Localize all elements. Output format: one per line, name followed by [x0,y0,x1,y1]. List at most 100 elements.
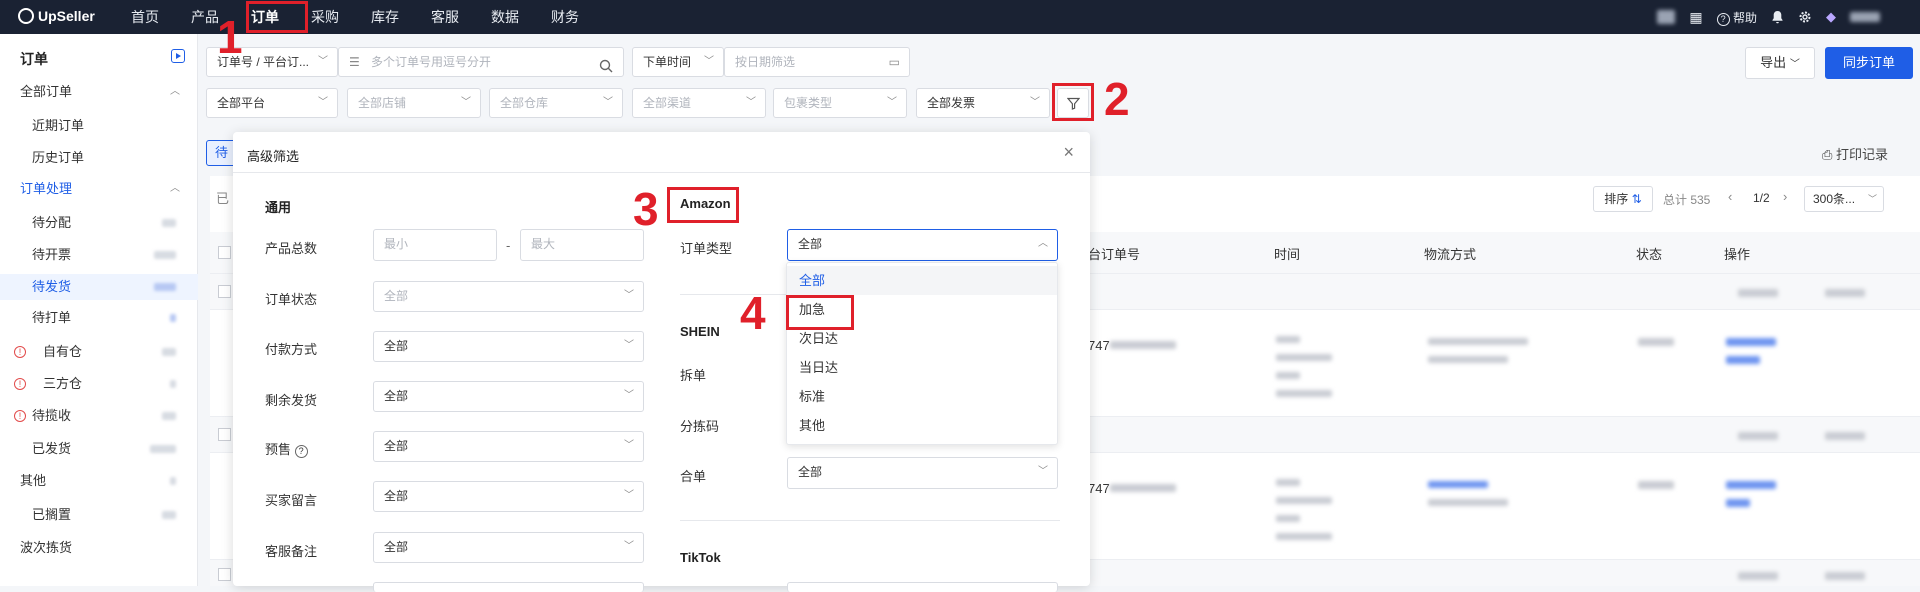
blurred-time [1276,354,1332,361]
invoice-select[interactable]: 全部发票 ﹀ [916,88,1050,118]
nav-item-data[interactable]: 数据 [475,0,535,34]
dropdown-option-same-day[interactable]: 当日达 [787,353,1057,382]
dropdown-option-all[interactable]: 全部 [787,266,1057,295]
upseller-logo[interactable]: UpSeller [18,8,95,24]
package-type-select[interactable]: 包裹类型 ﹀ [773,88,907,118]
sidebar-item-label: 近期订单 [32,118,85,133]
gear-icon[interactable] [1798,10,1812,25]
nav-item-inventory[interactable]: 库存 [355,0,415,34]
row-checkbox[interactable] [218,285,231,298]
presale-select[interactable]: 全部 ﹀ [373,431,644,462]
order-status-select[interactable]: 全部 ﹀ [373,281,644,312]
bell-icon[interactable] [1771,10,1784,25]
dropdown-option-standard[interactable]: 标准 [787,382,1057,411]
row-checkbox[interactable] [218,568,231,581]
blurred-action-link[interactable] [1726,338,1776,346]
channel-select[interactable]: 全部渠道 ﹀ [632,88,766,118]
sidebar-item-label: 波次拣货 [20,540,73,555]
help-circle-icon[interactable]: ? [294,445,308,458]
next-select-partial[interactable] [787,582,1058,592]
blurred-action [1738,432,1778,440]
chevron-down-icon: ﹀ [704,56,714,67]
chevron-down-icon: ﹀ [603,97,613,108]
sidebar-item-label: 自有仓 [43,344,83,359]
close-icon[interactable]: × [1063,142,1074,163]
tab-to-ship[interactable]: 待 [206,140,236,166]
section-divider [680,520,1060,521]
sidebar-item-to-print[interactable]: 待打单 [0,305,198,331]
apps-grid-icon[interactable]: ▦ [1689,9,1702,26]
blurred-count [162,348,176,356]
sidebar-item-third-party-warehouse[interactable]: ! 三方仓 [0,371,198,397]
range-separator: - [506,238,511,253]
row-checkbox[interactable] [218,428,231,441]
amazon-order-type-select[interactable]: 全部 ︿ [787,229,1058,261]
sidebar-item-label: 待分配 [32,215,72,230]
platform-select[interactable]: 全部平台 ﹀ [206,88,338,118]
sidebar-item-shipped[interactable]: 已发货 [0,436,198,462]
panel-title: 高级筛选 [247,149,300,164]
select-all-checkbox[interactable] [218,246,231,259]
section-divider [680,294,790,295]
export-button[interactable]: 导出 ﹀ [1745,47,1815,79]
store-select[interactable]: 全部店铺 ﹀ [347,88,481,118]
nav-item-finance[interactable]: 财务 [535,0,595,34]
next-page-icon[interactable]: › [1783,189,1787,204]
sidebar-item-other[interactable]: 其他 [0,468,198,494]
sidebar-item-to-collect[interactable]: ! 待揽收 [0,403,198,429]
cs-note-select[interactable]: 全部 ﹀ [373,532,644,563]
buyer-message-select[interactable]: 全部 ﹀ [373,481,644,512]
sidebar-item-to-assign[interactable]: 待分配 [0,210,198,236]
search-icon[interactable] [599,55,613,83]
blurred-action-link[interactable] [1726,499,1750,507]
time-type-select[interactable]: 下单时间 ﹀ [632,47,724,77]
print-log-link[interactable]: ⎙ 打印记录 [1822,144,1888,163]
payment-method-select[interactable]: 全部 ﹀ [373,331,644,362]
blurred-avatar-icon[interactable] [1657,10,1676,24]
product-count-min-input[interactable]: 最小 [373,229,497,261]
sync-orders-button[interactable]: 同步订单 [1825,47,1913,79]
shein-merge-label: 合单 [680,469,707,484]
order-number-search-input[interactable]: ☰ 多个订单号用逗号分开 [338,47,624,77]
product-count-max-input[interactable]: 最大 [520,229,644,261]
sidebar-item-wave-picking[interactable]: 波次拣货 [0,535,198,561]
nav-item-customer-service[interactable]: 客服 [415,0,475,34]
presale-label-text: 预售 [265,442,292,457]
print-log-label: 打印记录 [1836,147,1889,162]
sidebar-item-label: 其他 [20,473,47,488]
sidebar-item-label: 三方仓 [43,376,83,391]
blurred-action [1738,572,1778,580]
diamond-icon[interactable]: ◆ [1826,9,1836,25]
annotation-box-filter-button [1052,83,1094,121]
column-header-status: 状态 [1636,247,1663,262]
remaining-shipment-select[interactable]: 全部 ﹀ [373,381,644,412]
shein-merge-select[interactable]: 全部 ﹀ [787,457,1058,489]
blurred-count [162,412,176,420]
sidebar-item-order-processing[interactable]: 订单处理 ︿ [0,176,198,202]
sidebar-item-all-orders[interactable]: 全部订单 ︿ [0,79,198,105]
dropdown-option-other[interactable]: 其他 [787,411,1057,440]
collapse-sidebar-icon[interactable] [171,49,185,63]
next-select-partial[interactable] [373,582,644,592]
sidebar-item-to-ship[interactable]: 待发货 [0,274,198,300]
help-link[interactable]: ? 帮助 [1716,9,1757,26]
sidebar-item-recent-orders[interactable]: 近期订单 [0,113,198,139]
sidebar-item-history-orders[interactable]: 历史订单 [0,145,198,171]
sidebar-item-label: 已发货 [32,441,72,456]
blurred-username[interactable] [1850,12,1880,22]
date-range-input[interactable]: 按日期筛选 ▭ [724,47,910,77]
sidebar-item-to-invoice[interactable]: 待开票 [0,242,198,268]
prev-page-icon[interactable]: ‹ [1728,189,1732,204]
blurred-action-link[interactable] [1726,356,1760,364]
warning-icon: ! [14,378,26,390]
nav-item-home[interactable]: 首页 [115,0,175,34]
page-size-select[interactable]: 300条... ﹀ [1804,186,1884,212]
sort-button[interactable]: 排序 ⇅ [1593,186,1653,212]
sidebar-item-on-hold[interactable]: 已搁置 [0,502,198,528]
blurred-count [154,283,176,291]
blurred-action-link[interactable] [1726,481,1776,489]
remaining-shipment-value: 全部 [384,389,409,403]
sidebar-item-own-warehouse[interactable]: ! 自有仓 [0,339,198,365]
warehouse-select[interactable]: 全部仓库 ﹀ [489,88,623,118]
blurred-count [170,314,176,322]
